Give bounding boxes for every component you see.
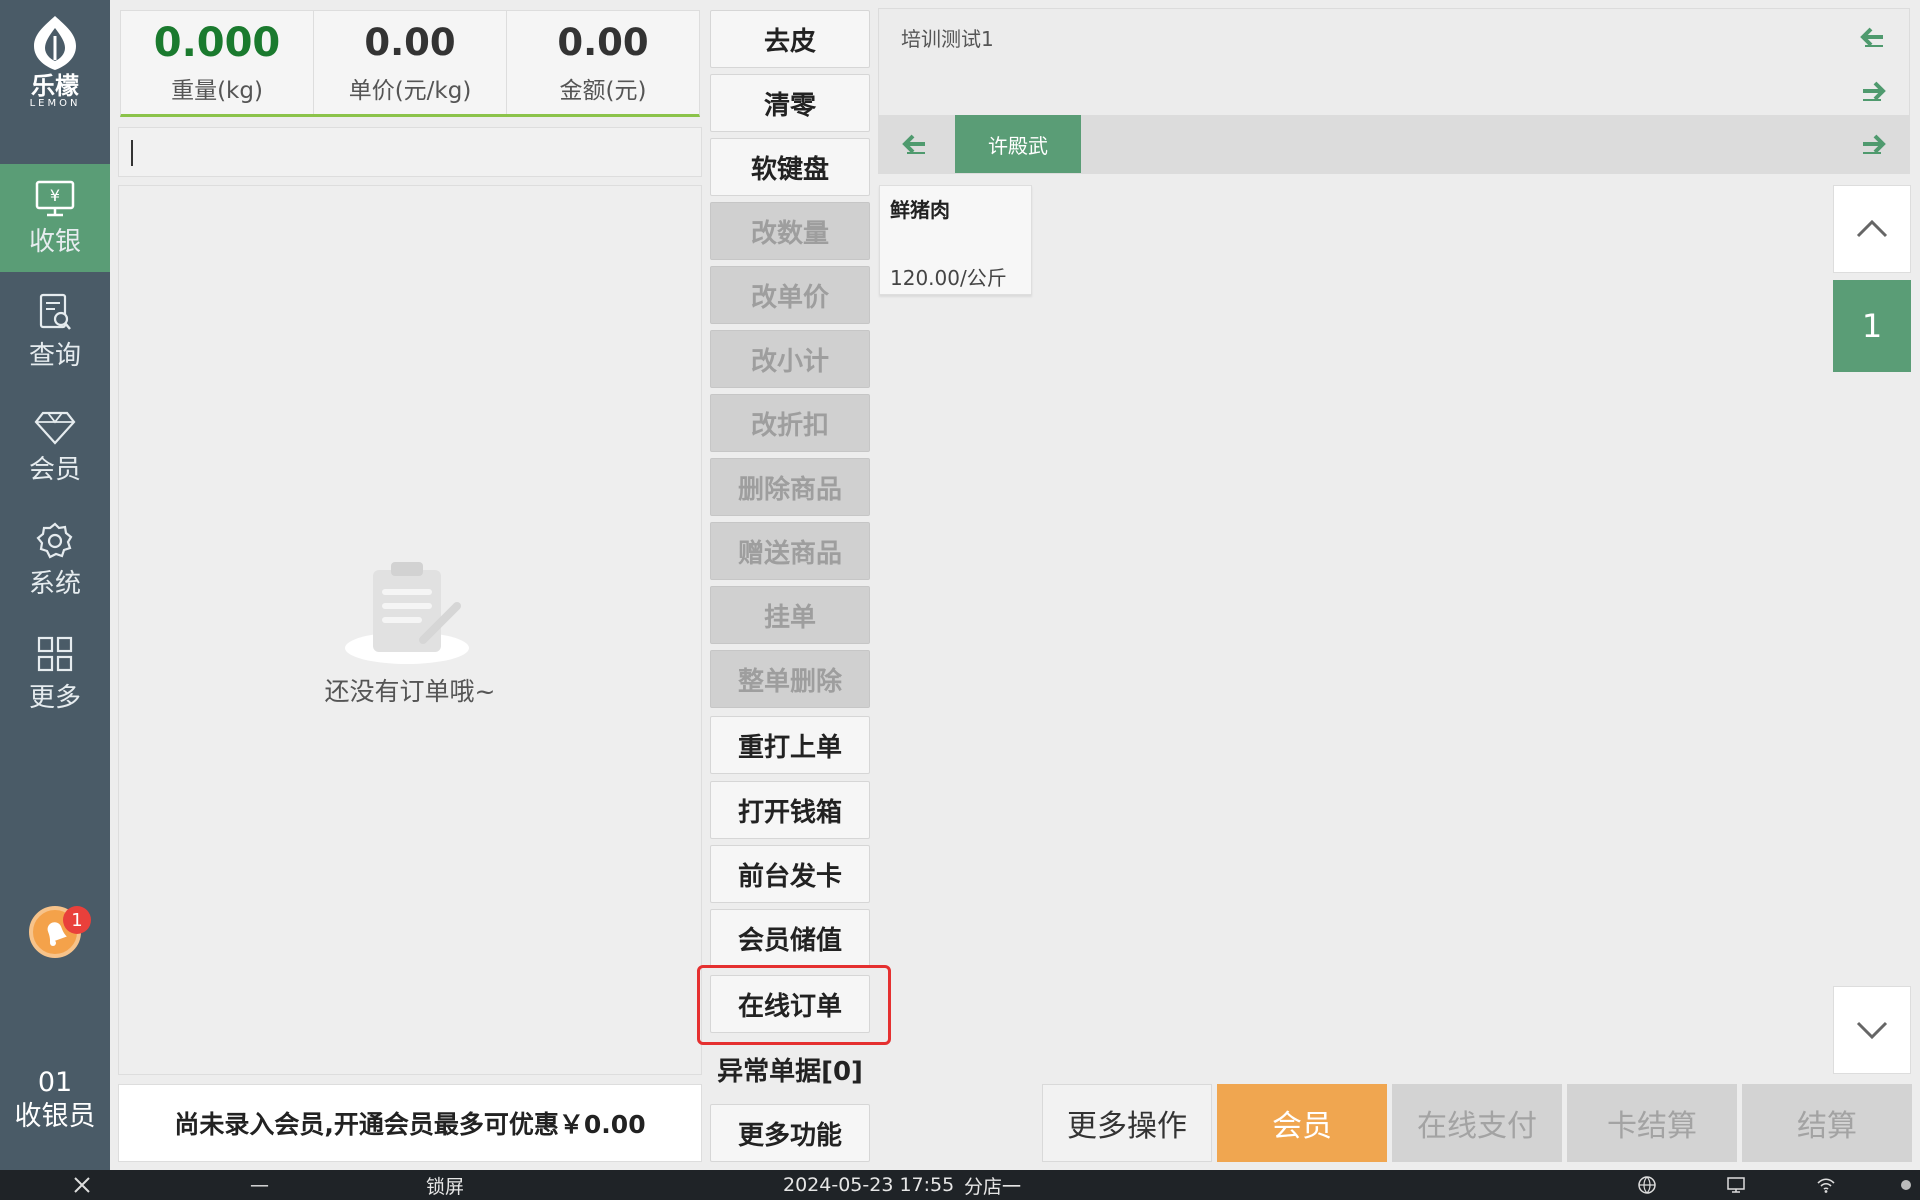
cashier-icon: ¥ <box>35 180 75 216</box>
category-panel: 培训测试1 许殿武 <box>878 8 1910 174</box>
grid-icon <box>37 636 73 671</box>
diamond-icon <box>34 411 76 445</box>
sub-arrow-left-icon[interactable] <box>899 130 931 158</box>
sub-tab-active[interactable]: 许殿武 <box>955 115 1081 173</box>
text-caret <box>131 140 133 166</box>
cashier-id: 01 <box>37 1067 73 1098</box>
member-button[interactable]: 会员 <box>1217 1084 1387 1162</box>
brand-name-cn: 乐檬 <box>31 72 79 100</box>
delete-order-button[interactable]: 整单删除 <box>710 650 870 708</box>
sidebar-item-member[interactable]: 会员 <box>0 392 110 500</box>
category-title[interactable]: 培训测试1 <box>901 23 994 52</box>
member-hint-banner[interactable]: 尚未录入会员,开通会员最多可优惠￥0.00 <box>118 1084 702 1162</box>
edit-subtotal-button[interactable]: 改小计 <box>710 330 870 388</box>
hold-order-button[interactable]: 挂单 <box>710 586 870 644</box>
edit-quantity-button[interactable]: 改数量 <box>710 202 870 260</box>
chevron-down-icon <box>1856 1021 1888 1040</box>
cashier-info: 01 收银员 <box>0 1066 110 1134</box>
page-up-button[interactable] <box>1833 185 1911 273</box>
open-cash-drawer-button[interactable]: 打开钱箱 <box>710 781 870 839</box>
wifi-icon[interactable] <box>1816 1170 1836 1200</box>
close-icon <box>74 1177 90 1193</box>
brand-name-en: LEMON <box>29 98 81 109</box>
product-card[interactable]: 鲜猪肉 120.00/公斤 <box>879 185 1032 295</box>
svg-text:¥: ¥ <box>50 186 60 205</box>
gear-icon <box>36 522 73 558</box>
status-dot-icon <box>1896 1170 1916 1200</box>
more-functions-button[interactable]: 更多功能 <box>710 1104 870 1162</box>
chevron-up-icon <box>1856 219 1888 238</box>
member-topup-button[interactable]: 会员储值 <box>710 909 870 967</box>
edit-unit-price-button[interactable]: 改单价 <box>710 266 870 324</box>
sidebar-item-query[interactable]: 查询 <box>0 278 110 386</box>
minimize-button[interactable]: — <box>250 1170 269 1200</box>
monitor-icon[interactable] <box>1726 1170 1746 1200</box>
amount-label: 金额(元) <box>559 77 647 104</box>
sidebar-item-cashier[interactable]: ¥ 收银 <box>0 164 110 272</box>
lemon-logo-icon <box>34 16 76 70</box>
close-button[interactable] <box>72 1170 92 1200</box>
settle-button[interactable]: 结算 <box>1742 1084 1912 1162</box>
sidebar-item-label: 系统 <box>28 568 81 599</box>
globe-icon[interactable] <box>1637 1170 1657 1200</box>
page-number[interactable]: 1 <box>1833 280 1911 372</box>
exception-docs-button[interactable]: 异常单据[0] <box>712 1040 868 1098</box>
amount-value: 0.00 <box>557 20 649 64</box>
zero-button[interactable]: 清零 <box>710 74 870 132</box>
product-price: 120.00/公斤 <box>890 266 1007 290</box>
sidebar-item-more[interactable]: 更多 <box>0 620 110 728</box>
highlight-box <box>697 965 891 1045</box>
sidebar-item-label: 会员 <box>28 454 81 485</box>
page-down-button[interactable] <box>1833 986 1911 1074</box>
weight-cell: 0.000 重量(kg) <box>121 11 314 114</box>
unit-price-label: 单价(元/kg) <box>348 77 472 104</box>
barcode-input[interactable] <box>118 127 702 177</box>
sidebar-item-label: 更多 <box>28 682 81 713</box>
order-list <box>118 185 702 1075</box>
sub-category-bar: 许殿武 <box>879 115 1909 173</box>
issue-card-button[interactable]: 前台发卡 <box>710 845 870 903</box>
sub-arrow-right-icon[interactable] <box>1857 130 1889 158</box>
weight-value: 0.000 <box>153 19 281 66</box>
sidebar-item-label: 查询 <box>28 340 81 371</box>
status-bar: — 锁屏 2024-05-23 17:55 分店一 <box>0 1170 1920 1200</box>
gift-item-button[interactable]: 赠送商品 <box>710 522 870 580</box>
card-settle-button[interactable]: 卡结算 <box>1567 1084 1737 1162</box>
product-name: 鲜猪肉 <box>890 198 950 222</box>
scale-display: 0.000 重量(kg) 0.00 单价(元/kg) 0.00 金额(元) <box>120 10 700 117</box>
sidebar-item-label: 收银 <box>28 226 81 257</box>
brand-logo: 乐檬 LEMON <box>0 14 110 124</box>
lock-screen-button[interactable]: 锁屏 <box>426 1170 464 1200</box>
cashier-role: 收银员 <box>14 1101 96 1132</box>
online-pay-button[interactable]: 在线支付 <box>1392 1084 1562 1162</box>
tare-button[interactable]: 去皮 <box>710 10 870 68</box>
amount-cell: 0.00 金额(元) <box>507 11 699 114</box>
empty-clipboard-icon <box>345 562 469 664</box>
edit-discount-button[interactable]: 改折扣 <box>710 394 870 452</box>
reprint-last-button[interactable]: 重打上单 <box>710 716 870 774</box>
search-doc-icon <box>39 293 71 330</box>
arrow-right-icon[interactable] <box>1857 77 1889 105</box>
more-actions-button[interactable]: 更多操作 <box>1042 1084 1212 1162</box>
store-name: 分店一 <box>964 1175 1022 1198</box>
sidebar-item-system[interactable]: 系统 <box>0 506 110 614</box>
unit-price-value: 0.00 <box>364 20 456 64</box>
weight-label: 重量(kg) <box>171 77 263 104</box>
datetime: 2024-05-23 17:55 <box>783 1174 955 1196</box>
delete-item-button[interactable]: 删除商品 <box>710 458 870 516</box>
arrow-left-icon[interactable] <box>1857 23 1889 51</box>
sidebar: 乐檬 LEMON ¥ 收银 查询 会员 系统 更多 1 01 收银员 <box>0 0 110 1170</box>
unit-price-cell: 0.00 单价(元/kg) <box>314 11 507 114</box>
soft-keyboard-button[interactable]: 软键盘 <box>710 138 870 196</box>
notification-badge: 1 <box>63 906 91 934</box>
